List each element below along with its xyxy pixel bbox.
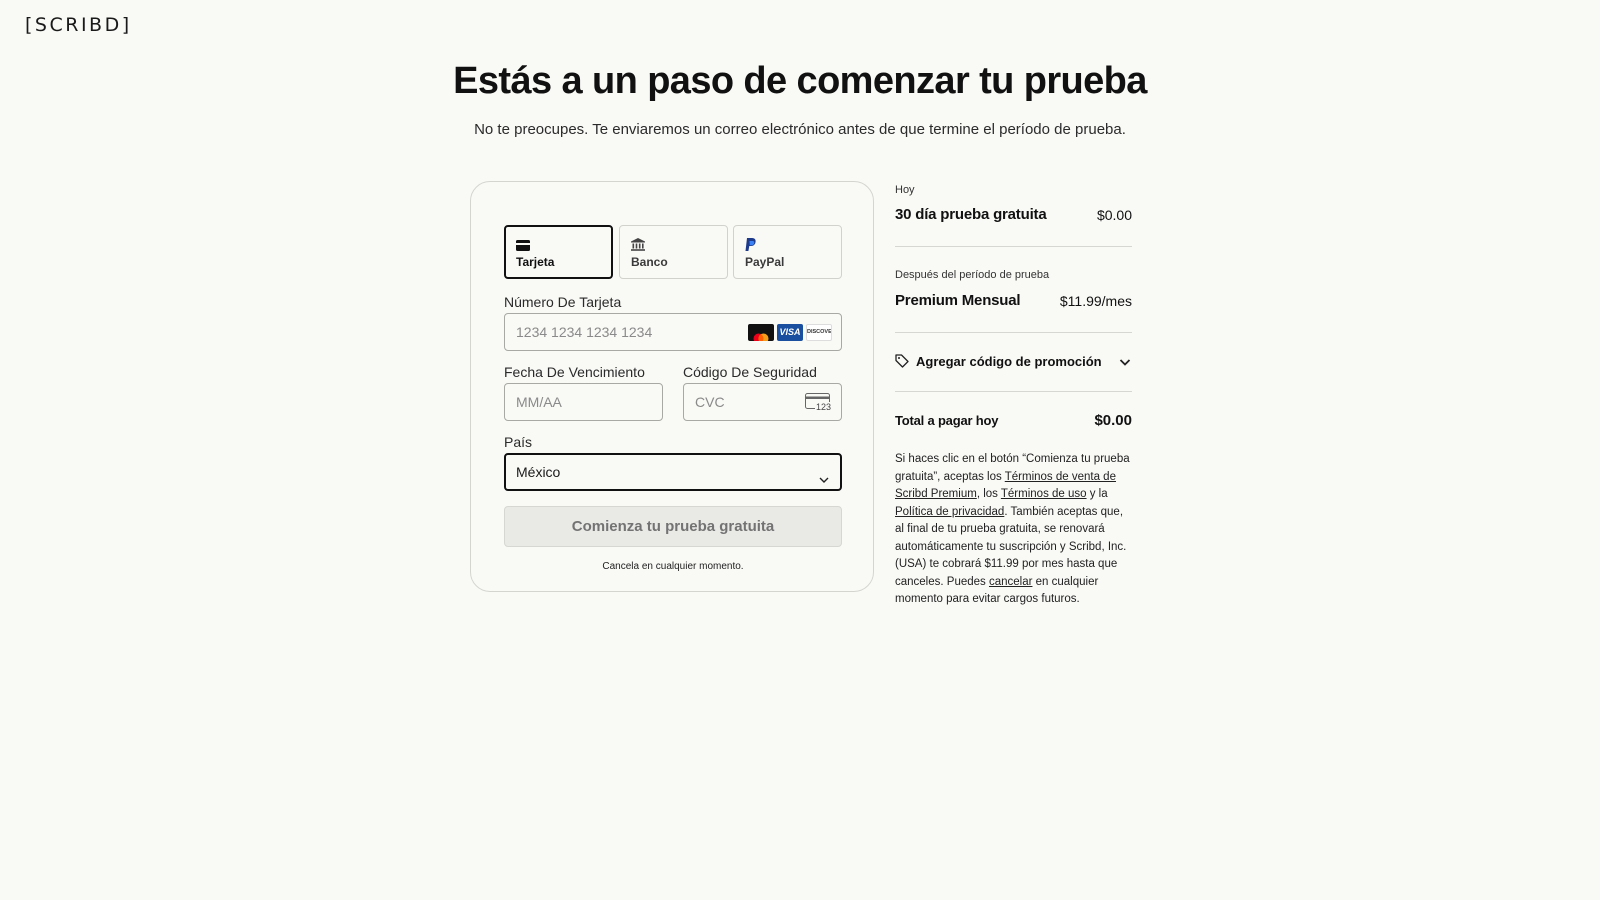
card-number-input[interactable]: 1234 1234 1234 1234 VISA DISCOVER: [504, 313, 842, 351]
cvc-icon-digits: 123: [814, 402, 831, 412]
country-select[interactable]: México: [504, 453, 842, 491]
discover-icon: DISCOVER: [806, 324, 832, 341]
total-value: $0.00: [1094, 412, 1132, 429]
expiry-placeholder: MM/AA: [516, 394, 562, 410]
card-number-placeholder: 1234 1234 1234 1234: [516, 324, 653, 340]
cancel-link[interactable]: cancelar: [989, 576, 1032, 588]
after-trial-label: Después del período de prueba: [895, 269, 1050, 281]
promo-code-toggle[interactable]: Agregar código de promoción: [895, 353, 1132, 371]
total-label: Total a pagar hoy: [895, 413, 999, 428]
legal-text-part: , los: [976, 488, 1001, 500]
cvc-placeholder: CVC: [695, 394, 725, 410]
scribd-logo[interactable]: [SCRIBD]: [25, 14, 132, 36]
chevron-down-icon: [1118, 355, 1132, 374]
payment-method-tabs: Tarjeta Banco PayPal: [504, 225, 842, 279]
card-brands: VISA DISCOVER: [748, 324, 832, 341]
terms-of-use-link[interactable]: Términos de uso: [1001, 488, 1087, 500]
divider: [895, 332, 1132, 333]
chevron-down-icon: [818, 464, 830, 498]
visa-icon: VISA: [777, 324, 803, 341]
trial-label: 30 día prueba gratuita: [895, 206, 1047, 223]
credit-card-icon: [516, 238, 530, 256]
tab-label: Tarjeta: [516, 255, 555, 269]
cvc-label: Código De Seguridad: [683, 364, 817, 380]
promo-code-label: Agregar código de promoción: [916, 354, 1102, 369]
legal-text-part: y la: [1086, 488, 1108, 500]
expiry-input[interactable]: MM/AA: [504, 383, 663, 421]
tab-label: Banco: [631, 255, 668, 269]
mastercard-icon: [748, 324, 774, 341]
country-label: País: [504, 434, 533, 450]
today-label: Hoy: [895, 184, 915, 196]
cancel-note: Cancela en cualquier momento.: [602, 561, 744, 572]
trial-price: $0.00: [1096, 207, 1132, 223]
page-subtitle: No te preocupes. Te enviaremos un correo…: [474, 121, 1126, 138]
plan-label: Premium Mensual: [895, 292, 1021, 309]
country-value: México: [516, 464, 561, 480]
tab-banco[interactable]: Banco: [619, 225, 728, 279]
payment-form-card: Tarjeta Banco PayPal Número De Tarjeta 1…: [470, 181, 874, 592]
legal-text: Si haces clic en el botón “Comienza tu p…: [895, 451, 1132, 609]
start-trial-button[interactable]: Comienza tu prueba gratuita: [504, 506, 842, 547]
cvc-card-icon: 123: [805, 393, 831, 412]
tag-icon: [895, 354, 909, 373]
tab-paypal[interactable]: PayPal: [733, 225, 842, 279]
card-number-label: Número De Tarjeta: [504, 294, 622, 310]
divider: [895, 246, 1132, 247]
plan-price: $11.99/mes: [1059, 293, 1132, 309]
divider: [895, 391, 1132, 392]
privacy-policy-link[interactable]: Política de privacidad: [895, 506, 1004, 518]
cvc-input[interactable]: CVC 123: [683, 383, 842, 421]
page-title: Estás a un paso de comenzar tu prueba: [453, 60, 1147, 102]
tab-tarjeta[interactable]: Tarjeta: [504, 225, 613, 279]
bank-icon: [631, 238, 645, 256]
expiry-label: Fecha De Vencimiento: [504, 364, 645, 380]
tab-label: PayPal: [745, 255, 785, 269]
